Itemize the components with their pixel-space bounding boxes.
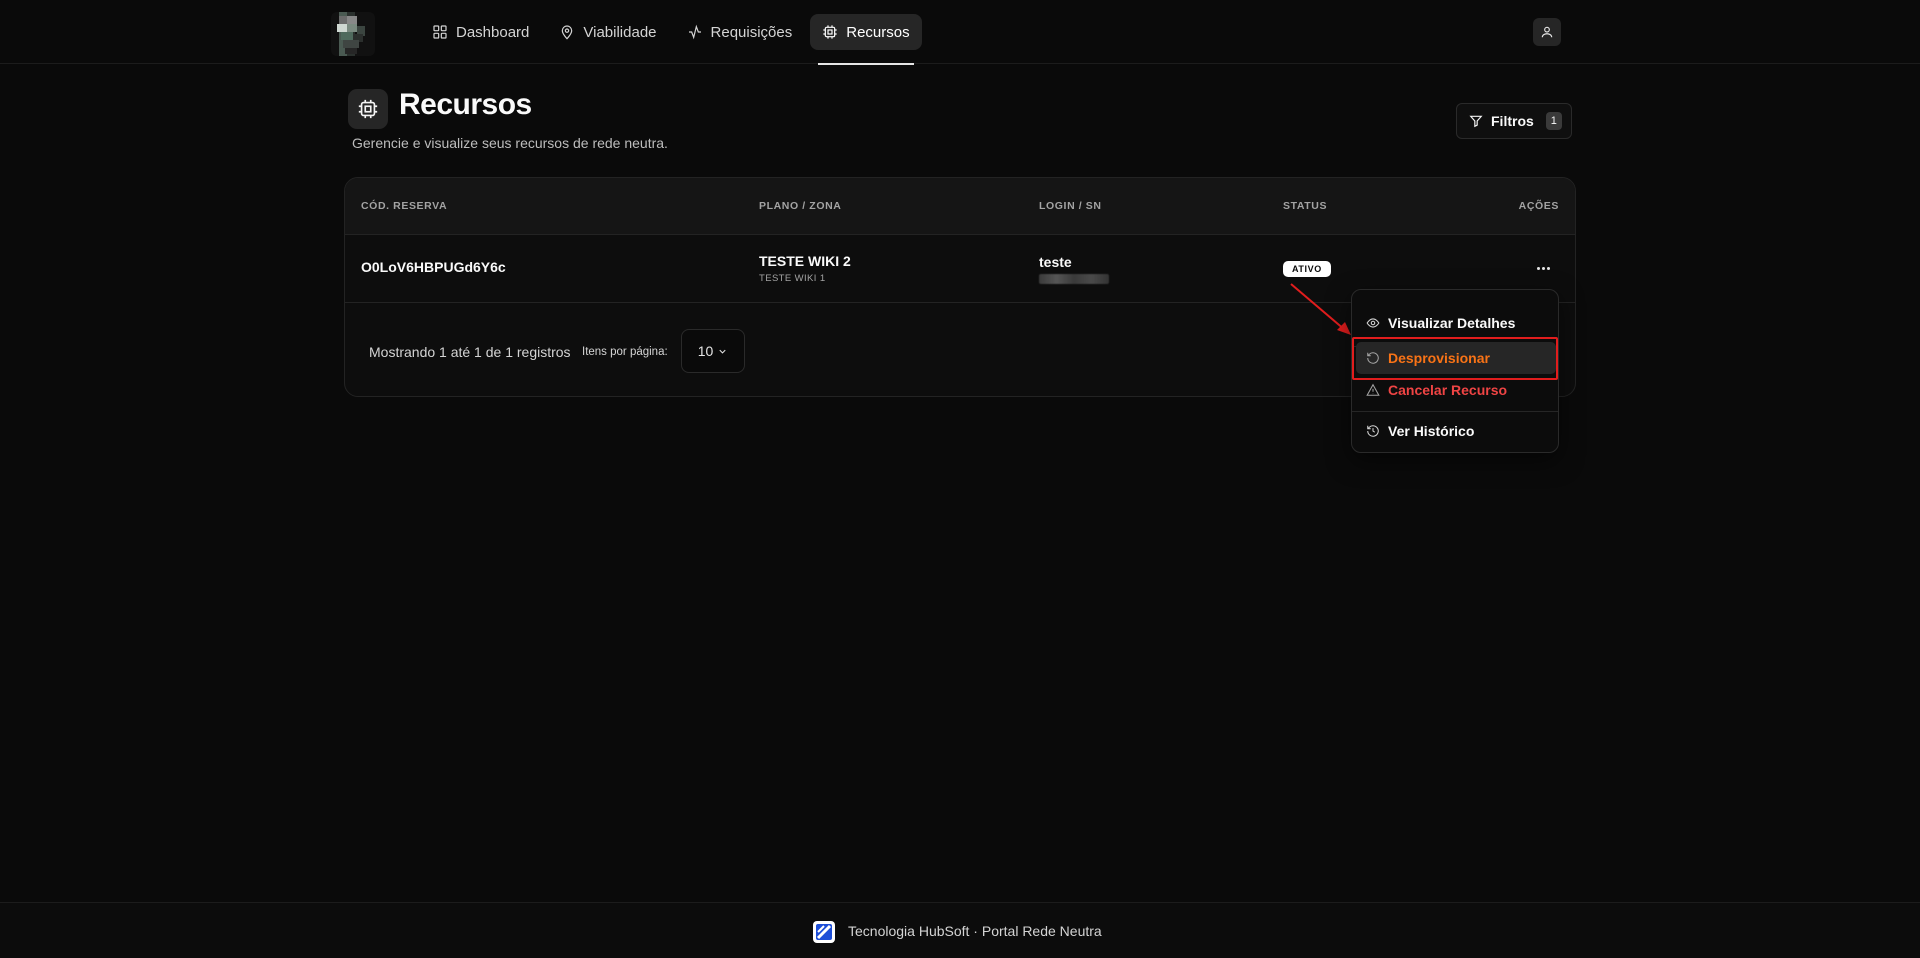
user-menu-button[interactable]	[1533, 18, 1561, 46]
reservation-code: O0LoV6HBPUGd6Y6c	[361, 259, 506, 275]
nav-label: Requisições	[710, 23, 793, 41]
eye-icon	[1366, 318, 1380, 328]
alert-triangle-icon	[1366, 383, 1380, 396]
page-icon	[348, 89, 388, 129]
menu-item-view-history[interactable]: Ver Histórico	[1356, 415, 1556, 447]
login-sn-cell: teste	[1039, 254, 1109, 284]
history-icon	[1367, 425, 1379, 437]
chevron-down-icon	[719, 349, 726, 354]
column-header-login: LOGIN / SN	[1039, 200, 1102, 212]
nav-label: Recursos	[846, 23, 910, 41]
menu-item-label: Cancelar Recurso	[1388, 382, 1508, 398]
menu-item-cancel-resource[interactable]: Cancelar Recurso	[1356, 374, 1556, 406]
nav-item-viabilidade[interactable]: Viabilidade	[547, 14, 668, 50]
menu-item-label: Visualizar Detalhes	[1388, 315, 1516, 331]
dot	[1546, 266, 1550, 270]
page-title: Recursos	[399, 88, 532, 121]
map-pin-icon	[562, 25, 573, 40]
top-navbar: Dashboard Viabilidade Requisições Recurs…	[0, 0, 1920, 65]
nav-label: Viabilidade	[583, 23, 657, 41]
zone-name: TESTE WIKI 1	[759, 273, 826, 284]
records-count-text: Mostrando 1 até 1 de 1 registros	[369, 344, 571, 360]
column-header-actions: AÇÕES	[1518, 200, 1559, 212]
menu-item-label: Desprovisionar	[1388, 350, 1490, 366]
plan-zone-cell: TESTE WIKI 2 TESTE WIKI 1	[759, 253, 851, 284]
nav-item-requisicoes[interactable]: Requisições	[675, 14, 805, 50]
dot	[1541, 266, 1545, 270]
login-value: teste	[1039, 254, 1072, 270]
menu-item-view-details[interactable]: Visualizar Detalhes	[1356, 307, 1556, 339]
page-footer: Tecnologia HubSoft · Portal Rede Neutra	[0, 902, 1920, 958]
filters-button[interactable]: Filtros 1	[1456, 103, 1572, 139]
menu-item-label: Ver Histórico	[1388, 423, 1475, 439]
plan-name: TESTE WIKI 2	[759, 253, 851, 269]
cpu-icon	[358, 99, 378, 119]
dot	[1536, 266, 1540, 270]
row-actions-button[interactable]	[1530, 256, 1556, 280]
menu-item-deprovision[interactable]: Desprovisionar	[1356, 342, 1556, 374]
column-header-code: CÓD. RESERVA	[361, 200, 448, 212]
hubsoft-logo	[813, 921, 835, 943]
user-icon	[1541, 26, 1553, 38]
column-header-status: STATUS	[1283, 200, 1328, 212]
company-logo[interactable]	[331, 12, 375, 56]
nav-label: Dashboard	[456, 23, 530, 41]
footer-text: Tecnologia HubSoft · Portal Rede Neutra	[848, 923, 1102, 939]
grid-icon	[433, 25, 447, 39]
row-actions-menu: Visualizar Detalhes Desprovisionar Cance…	[1351, 289, 1559, 453]
cpu-icon	[823, 25, 837, 39]
table-header: CÓD. RESERVA PLANO / ZONA LOGIN / SN STA…	[345, 178, 1575, 235]
filters-label: Filtros	[1491, 113, 1534, 129]
column-header-plan: PLANO / ZONA	[759, 200, 842, 212]
nav-item-dashboard[interactable]: Dashboard	[420, 14, 541, 50]
main-nav: Dashboard Viabilidade Requisições Recurs…	[420, 14, 922, 65]
per-page-select[interactable]: 10	[681, 329, 745, 373]
per-page-value: 10	[697, 343, 714, 359]
activity-icon	[688, 24, 701, 40]
filters-count-badge: 1	[1545, 112, 1562, 130]
menu-divider	[1352, 411, 1558, 412]
page-subtitle: Gerencie e visualize seus recursos de re…	[352, 135, 668, 151]
rotate-ccw-icon	[1367, 352, 1379, 364]
per-page-label: Itens por página:	[582, 346, 668, 358]
nav-item-recursos[interactable]: Recursos	[810, 14, 922, 65]
status-badge: ATIVO	[1283, 261, 1331, 277]
serial-number-redacted	[1039, 274, 1109, 284]
filter-icon	[1469, 115, 1483, 128]
